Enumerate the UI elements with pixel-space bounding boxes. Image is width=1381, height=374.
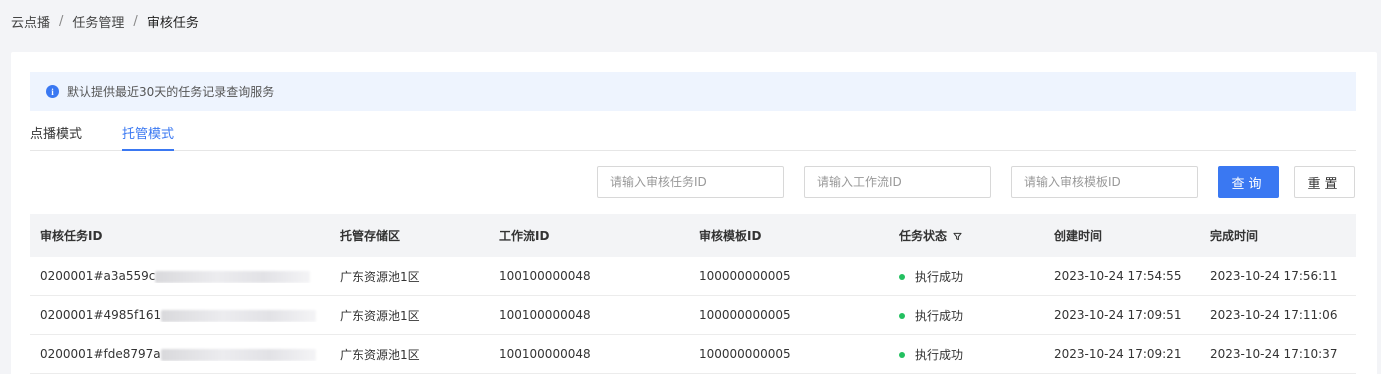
task-id-text: 0200001#fde8797a <box>40 347 161 361</box>
template-id-cell: 100000000005 <box>699 308 791 322</box>
workflow-id-input[interactable] <box>804 166 991 198</box>
column-header-finished: 完成时间 <box>1210 229 1259 243</box>
breadcrumb-item-audit-task: 审核任务 <box>146 16 199 31</box>
table-row[interactable]: 0200001#fde8797a 广东资源池1区 100100000048 10… <box>30 335 1356 374</box>
table-row[interactable]: 0200001#a3a559c 广东资源池1区 100100000048 100… <box>30 257 1356 296</box>
template-id-input[interactable] <box>1011 166 1198 198</box>
notice-text: 默认提供最近30天的任务记录查询服务 <box>67 85 275 99</box>
tab-hosted-mode[interactable]: 托管模式 <box>122 120 175 151</box>
query-button[interactable]: 查询 <box>1218 166 1279 198</box>
breadcrumb-item-task-management[interactable]: 任务管理 <box>72 12 124 31</box>
created-time-cell: 2023-10-24 17:09:21 <box>1054 347 1182 361</box>
column-header-status-label: 任务状态 <box>899 229 948 243</box>
tab-vod-mode[interactable]: 点播模式 <box>30 120 82 151</box>
task-id-cell: 0200001#a3a559c <box>30 269 330 283</box>
task-id-cell: 0200001#4985f161 <box>30 308 330 322</box>
column-header-workflow-id: 工作流ID <box>499 229 550 243</box>
breadcrumb: 云点播 / 任务管理 / 审核任务 <box>11 12 199 31</box>
info-icon: i <box>46 85 59 98</box>
redacted-mask <box>155 270 311 283</box>
column-header-status: 任务状态 <box>889 227 1044 244</box>
column-header-storage: 托管存储区 <box>340 229 401 243</box>
table-row[interactable]: 0200001#4985f161 广东资源池1区 100100000048 10… <box>30 296 1356 335</box>
template-id-cell: 100000000005 <box>699 347 791 361</box>
workflow-id-cell: 100100000048 <box>499 308 591 322</box>
column-header-template-id: 审核模板ID <box>699 229 762 243</box>
status-dot-icon <box>899 352 905 358</box>
finished-time-cell: 2023-10-24 17:10:37 <box>1210 347 1338 361</box>
task-id-input[interactable] <box>597 166 784 198</box>
status-cell: 执行成功 <box>889 307 1044 324</box>
breadcrumb-separator: / <box>59 14 64 29</box>
status-text: 执行成功 <box>915 269 964 284</box>
redacted-mask <box>161 309 317 322</box>
template-id-cell: 100000000005 <box>699 269 791 283</box>
mode-tabs: 点播模式 托管模式 <box>30 120 1356 151</box>
storage-cell: 广东资源池1区 <box>340 347 420 362</box>
status-text: 执行成功 <box>915 308 964 323</box>
storage-cell: 广东资源池1区 <box>340 308 420 323</box>
breadcrumb-item-vod[interactable]: 云点播 <box>11 12 50 31</box>
task-id-cell: 0200001#fde8797a <box>30 347 330 361</box>
workflow-id-cell: 100100000048 <box>499 347 591 361</box>
column-header-task-id: 审核任务ID <box>40 229 103 243</box>
status-dot-icon <box>899 274 905 280</box>
finished-time-cell: 2023-10-24 17:56:11 <box>1210 269 1338 283</box>
task-id-text: 0200001#4985f161 <box>40 308 162 322</box>
storage-cell: 广东资源池1区 <box>340 269 420 284</box>
created-time-cell: 2023-10-24 17:09:51 <box>1054 308 1182 322</box>
status-dot-icon <box>899 313 905 319</box>
filter-icon[interactable] <box>953 230 962 244</box>
task-id-text: 0200001#a3a559c <box>40 269 156 283</box>
status-cell: 执行成功 <box>889 268 1044 285</box>
created-time-cell: 2023-10-24 17:54:55 <box>1054 269 1182 283</box>
breadcrumb-separator: / <box>133 14 138 29</box>
table-header: 审核任务ID 托管存储区 工作流ID 审核模板ID 任务状态 创建时间 完成时间 <box>30 214 1356 257</box>
reset-button[interactable]: 重置 <box>1294 166 1355 198</box>
redacted-mask <box>160 348 316 361</box>
content-card: i 默认提供最近30天的任务记录查询服务 点播模式 托管模式 查询 重置 审核任… <box>11 52 1377 374</box>
finished-time-cell: 2023-10-24 17:11:06 <box>1210 308 1338 322</box>
audit-task-table: 审核任务ID 托管存储区 工作流ID 审核模板ID 任务状态 创建时间 完成时间… <box>30 214 1356 374</box>
workflow-id-cell: 100100000048 <box>499 269 591 283</box>
column-header-created: 创建时间 <box>1054 229 1103 243</box>
status-text: 执行成功 <box>915 347 964 362</box>
status-cell: 执行成功 <box>889 346 1044 363</box>
notice-banner: i 默认提供最近30天的任务记录查询服务 <box>30 72 1356 111</box>
